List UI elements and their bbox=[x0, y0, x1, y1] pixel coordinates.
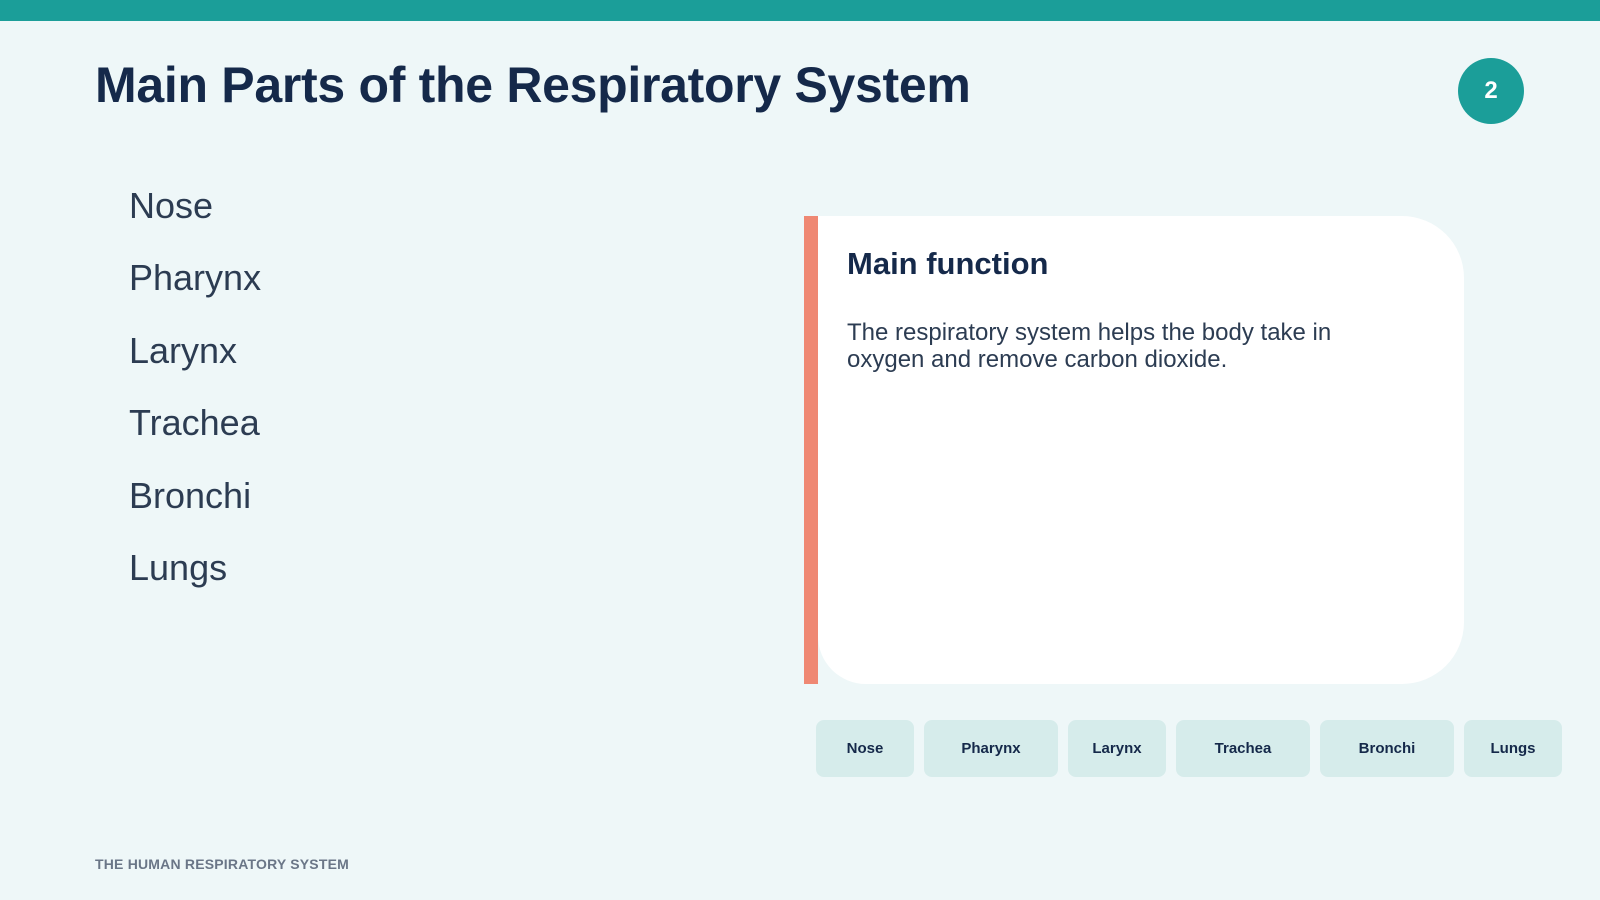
footer-label: THE HUMAN RESPIRATORY SYSTEM bbox=[95, 856, 349, 872]
parts-list-item-bronchi: Bronchi bbox=[129, 474, 252, 516]
top-accent-bar bbox=[0, 0, 1600, 21]
parts-list-item-lungs: Lungs bbox=[129, 546, 228, 588]
chip-trachea[interactable]: Trachea bbox=[1176, 720, 1310, 777]
card-body-text: The respiratory system helps the body ta… bbox=[847, 319, 1332, 373]
parts-list-item-trachea: Trachea bbox=[129, 402, 260, 444]
parts-list: Nose Pharynx Larynx Trachea Bronchi Lung… bbox=[129, 170, 261, 604]
parts-list-item-larynx: Larynx bbox=[129, 329, 238, 371]
chip-pharynx[interactable]: Pharynx bbox=[924, 720, 1058, 777]
slide-number-badge: 2 bbox=[1458, 58, 1524, 124]
info-card: Main function The respiratory system hel… bbox=[818, 216, 1464, 684]
page-title: Main Parts of the Respiratory System bbox=[95, 57, 971, 113]
parts-list-item-pharynx: Pharynx bbox=[129, 257, 262, 299]
parts-list-item-nose: Nose bbox=[129, 185, 214, 226]
card-title: Main function bbox=[847, 246, 1049, 281]
part-chip-row: Nose Pharynx Larynx Trachea Bronchi Lung… bbox=[816, 720, 1562, 777]
card-accent-bar bbox=[804, 216, 818, 684]
chip-nose[interactable]: Nose bbox=[816, 720, 914, 777]
chip-larynx[interactable]: Larynx bbox=[1068, 720, 1166, 777]
chip-bronchi[interactable]: Bronchi bbox=[1320, 720, 1454, 777]
chip-lungs[interactable]: Lungs bbox=[1464, 720, 1562, 777]
